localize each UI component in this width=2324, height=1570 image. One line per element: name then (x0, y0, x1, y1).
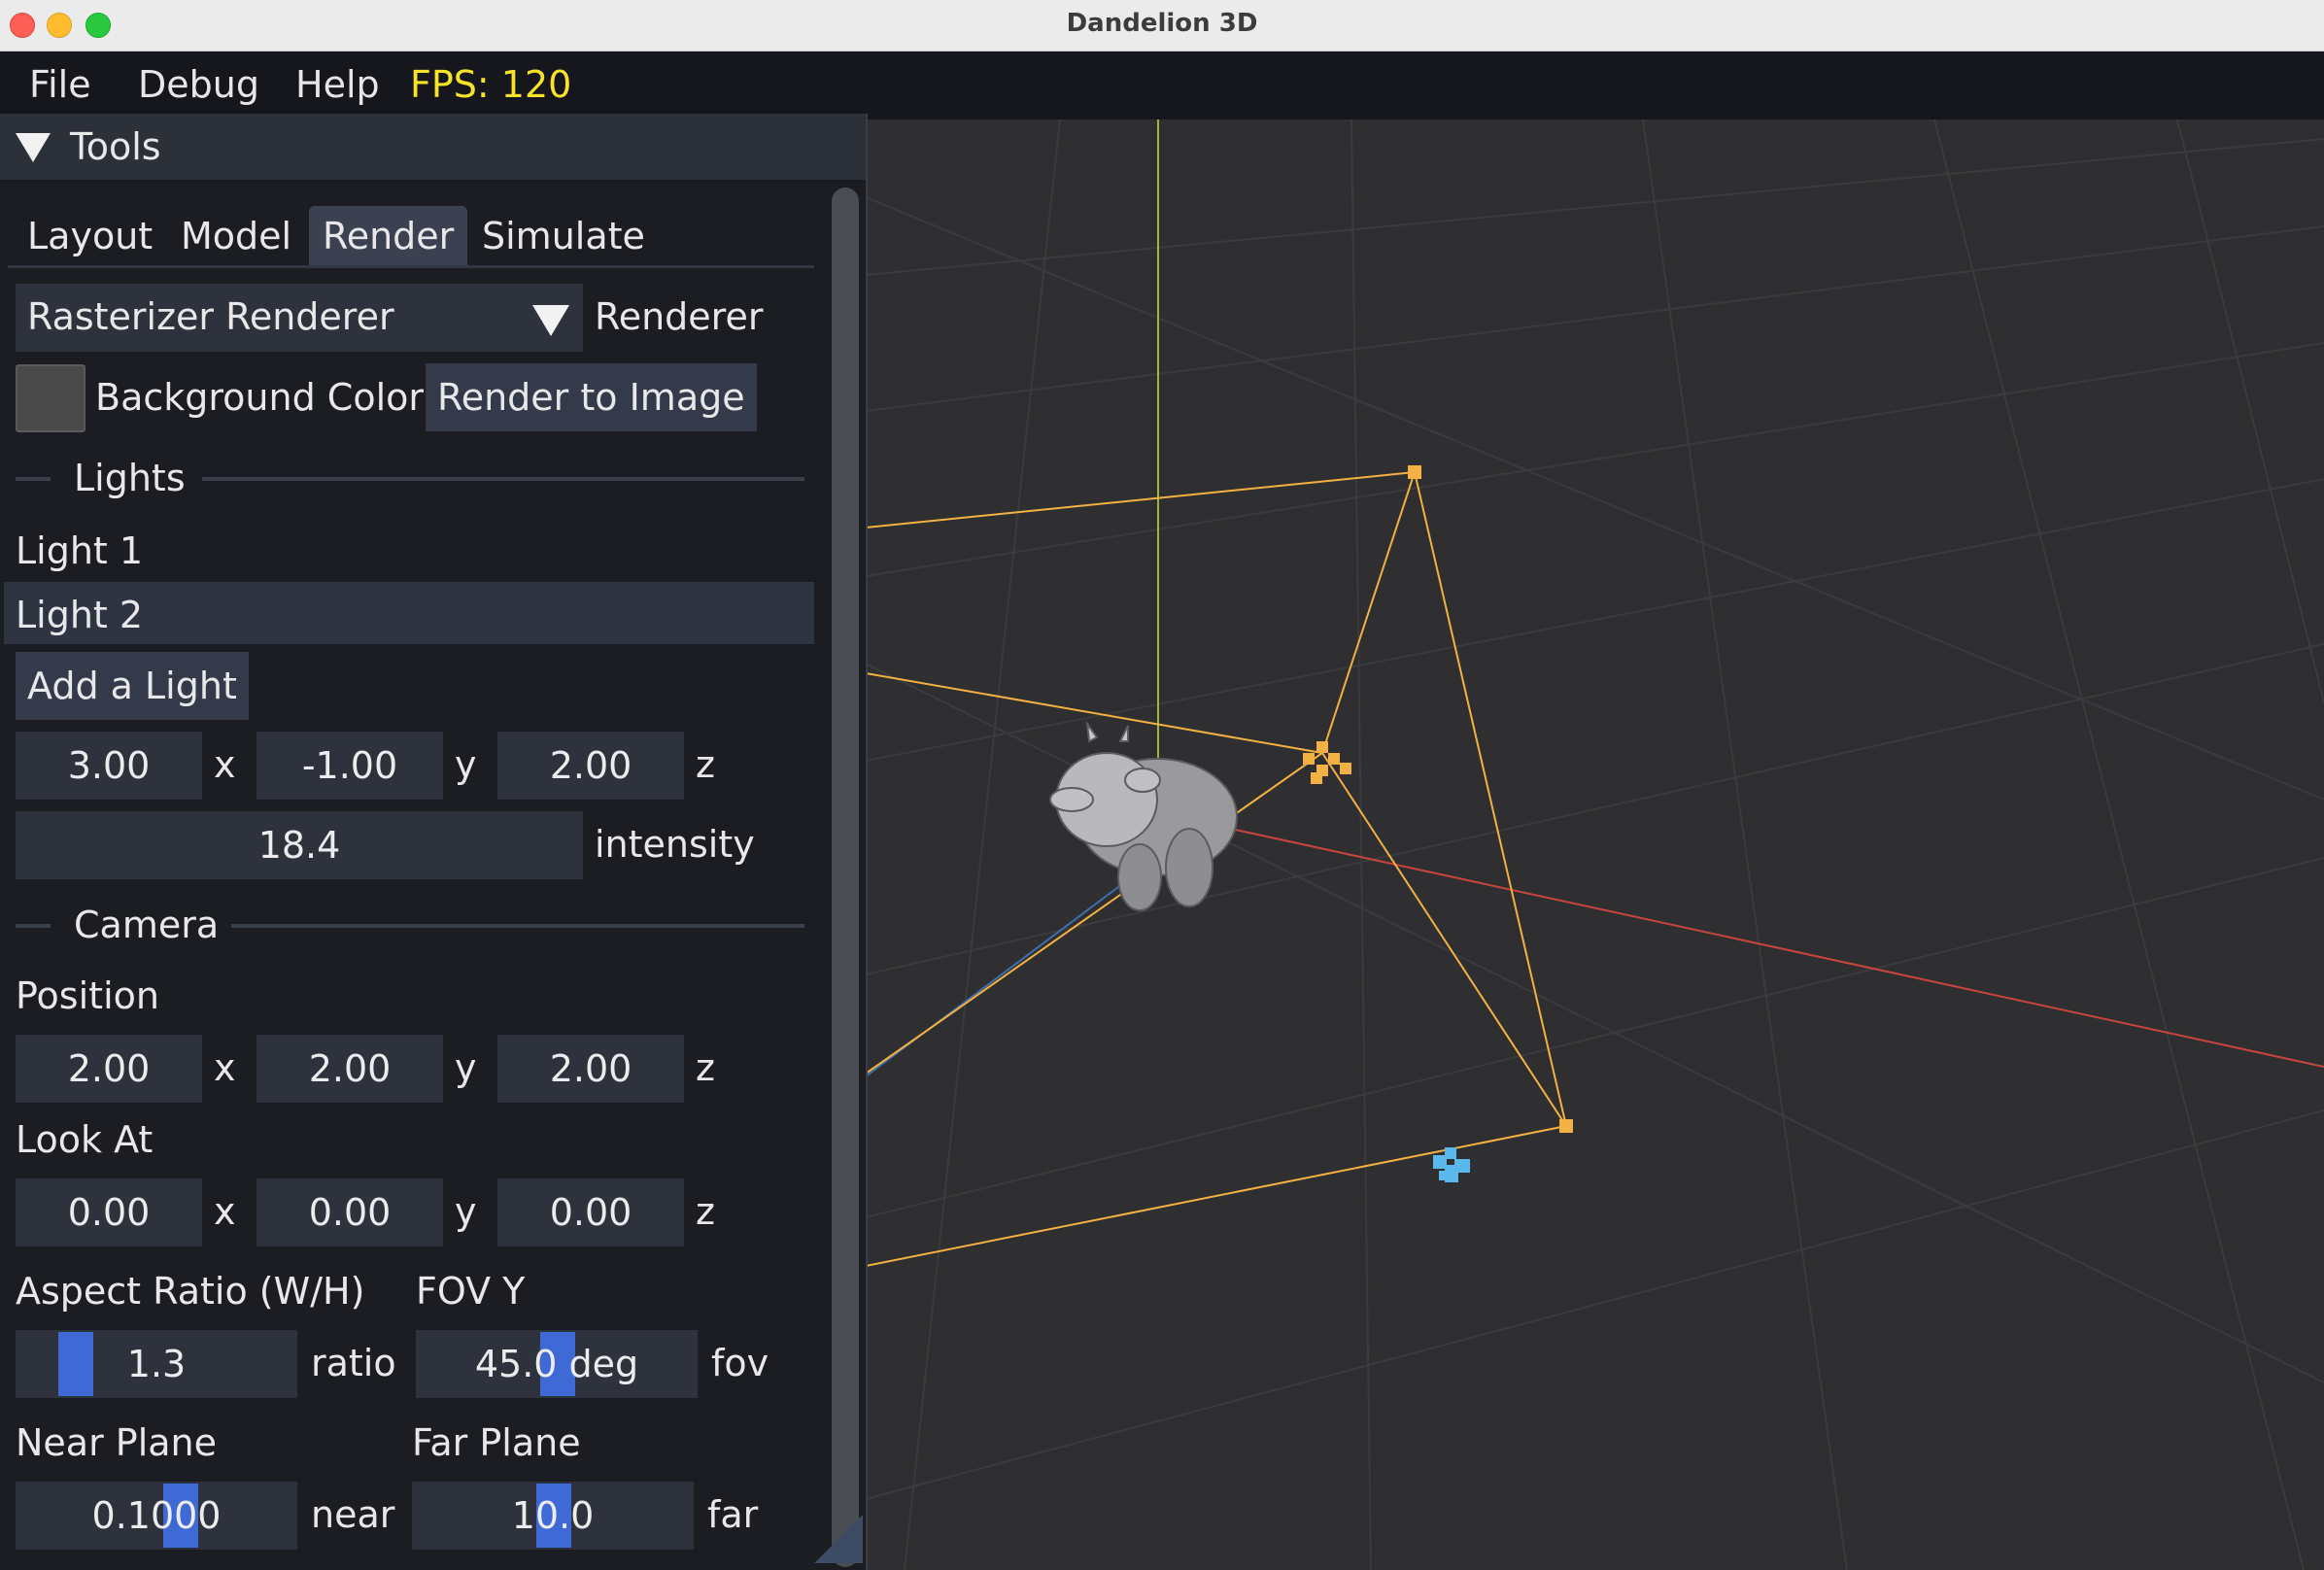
near-plane-value: 0.1000 (91, 1494, 222, 1537)
aspect-ratio-slider[interactable]: 1.3 (16, 1330, 297, 1398)
tab-underline (8, 265, 814, 268)
window-titlebar: Dandelion 3D (0, 0, 2324, 51)
add-light-button[interactable]: Add a Light (16, 652, 249, 720)
camera-position-label: Position (16, 974, 159, 1017)
camera-marker-icon (1303, 741, 1351, 784)
far-plane-value: 10.0 (511, 1494, 595, 1537)
axis-label-y: y (455, 1190, 477, 1233)
camera-separator-left (16, 924, 51, 928)
resize-grip-icon[interactable] (814, 1515, 863, 1563)
axis-label-x: x (214, 743, 236, 786)
background-color-label: Background Color (95, 376, 424, 419)
tools-panel: Tools Layout Model Render Simulate Raste… (0, 114, 868, 1570)
axis-label-x: x (214, 1046, 236, 1089)
axis-label-y: y (455, 1046, 477, 1089)
tab-layout[interactable]: Layout (14, 206, 166, 266)
tools-panel-header[interactable]: Tools (0, 114, 866, 180)
look-at-z-input[interactable]: 0.00 (497, 1178, 684, 1246)
camera-position-y-input[interactable]: 2.00 (256, 1035, 443, 1103)
light-position-x-input[interactable]: 3.00 (16, 732, 202, 800)
far-plane-slider[interactable]: 10.0 (412, 1482, 694, 1550)
frustum-corner-marker (1408, 465, 1421, 479)
menu-debug[interactable]: Debug (138, 63, 259, 106)
axis-label-x: x (214, 1190, 236, 1233)
ground-grid (866, 119, 2324, 1570)
camera-position-z-input[interactable]: 2.00 (497, 1035, 684, 1103)
menu-help[interactable]: Help (295, 63, 380, 106)
menu-bar: File Debug Help FPS: 120 (0, 51, 2324, 119)
camera-frustum (866, 471, 1567, 1267)
light-list-item[interactable]: Light 2 (16, 594, 143, 636)
cow-model (1049, 720, 1238, 911)
near-plane-label: Near Plane (16, 1421, 218, 1464)
frustum-corner-marker (1559, 1119, 1573, 1133)
dropdown-arrow-icon (532, 305, 569, 336)
scene-canvas (866, 119, 2324, 1570)
near-plane-unit: near (311, 1493, 395, 1536)
triangle-down-icon[interactable] (16, 133, 51, 162)
look-at-x-input[interactable]: 0.00 (16, 1178, 202, 1246)
light-position-z-input[interactable]: 2.00 (497, 732, 684, 800)
3d-viewport[interactable] (866, 119, 2324, 1570)
renderer-label: Renderer (595, 295, 764, 338)
intensity-label: intensity (595, 823, 755, 866)
window-title: Dandelion 3D (1066, 9, 1258, 38)
camera-heading: Camera (74, 904, 220, 946)
light-list-item[interactable]: Light 1 (16, 529, 143, 572)
lights-separator-right (202, 477, 804, 481)
light-position-y-input[interactable]: -1.00 (256, 732, 443, 800)
aspect-ratio-label: Aspect Ratio (W/H) (16, 1270, 365, 1313)
tools-panel-title: Tools (70, 125, 161, 168)
lights-heading: Lights (74, 457, 186, 499)
menu-file[interactable]: File (29, 63, 91, 106)
axis-label-z: z (696, 743, 715, 786)
far-plane-label: Far Plane (412, 1421, 581, 1464)
tab-model[interactable]: Model (167, 206, 305, 266)
slider-knob[interactable] (58, 1332, 93, 1396)
render-to-image-button[interactable]: Render to Image (426, 363, 757, 431)
axis-label-z: z (696, 1190, 715, 1233)
renderer-dropdown[interactable]: Rasterizer Renderer (16, 284, 583, 352)
fov-y-value: 45.0 deg (474, 1343, 639, 1385)
look-at-label: Look At (16, 1118, 154, 1161)
panel-scrollbar-thumb[interactable] (832, 188, 859, 1567)
light-marker-icon (1433, 1147, 1470, 1182)
look-at-y-input[interactable]: 0.00 (256, 1178, 443, 1246)
far-plane-unit: far (707, 1493, 759, 1536)
camera-position-x-input[interactable]: 2.00 (16, 1035, 202, 1103)
x-axis-line (1185, 818, 2324, 1068)
fps-counter: FPS: 120 (410, 63, 572, 106)
camera-separator-right (231, 924, 804, 928)
fov-y-slider[interactable]: 45.0 deg (416, 1330, 698, 1398)
aspect-ratio-value: 1.3 (126, 1343, 187, 1385)
renderer-selected-value: Rasterizer Renderer (27, 295, 394, 338)
background-color-swatch[interactable] (16, 364, 85, 432)
axis-label-y: y (455, 743, 477, 786)
fov-y-label: FOV Y (416, 1270, 526, 1313)
aspect-ratio-unit: ratio (311, 1342, 396, 1384)
near-plane-slider[interactable]: 0.1000 (16, 1482, 297, 1550)
light-intensity-input[interactable]: 18.4 (16, 811, 583, 879)
fov-y-unit: fov (711, 1342, 769, 1384)
tab-render[interactable]: Render (309, 206, 468, 266)
lights-separator-left (16, 477, 51, 481)
axis-label-z: z (696, 1046, 715, 1089)
tab-simulate[interactable]: Simulate (468, 206, 659, 266)
